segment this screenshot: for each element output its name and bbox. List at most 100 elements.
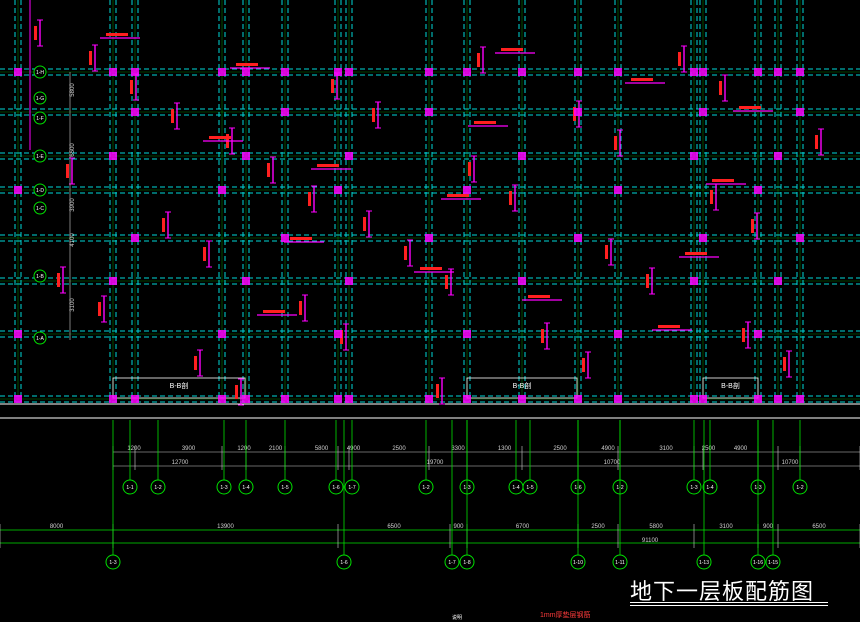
dimension-total: 12700	[172, 460, 189, 466]
rebar-label	[742, 328, 745, 342]
axis-label: 1-7	[448, 560, 455, 566]
column	[345, 68, 353, 76]
column	[334, 395, 342, 403]
axis-label: 1-6	[340, 560, 347, 566]
dimension-value-left: 6500	[70, 143, 76, 157]
axis-label: 1-4	[512, 485, 519, 491]
column	[774, 152, 782, 160]
column	[242, 68, 250, 76]
rebar-label	[436, 384, 439, 398]
rebar-label	[236, 63, 258, 66]
rebar-label	[130, 80, 133, 94]
dimension-value: 900	[453, 524, 464, 530]
rebar-label	[162, 218, 165, 232]
rebar-label	[308, 192, 311, 206]
column	[754, 68, 762, 76]
dimension-value: 2500	[392, 446, 406, 452]
rebar-label	[477, 53, 480, 67]
rebar-label	[372, 108, 375, 122]
column	[774, 395, 782, 403]
rebar-label	[685, 252, 707, 255]
rebar-label	[235, 385, 238, 399]
column	[218, 395, 226, 403]
dimension-total: 91100	[642, 538, 659, 544]
axis-label-left: 1-C	[36, 206, 44, 212]
axis-label-left: 1-F	[36, 116, 44, 122]
rebar-label	[783, 357, 786, 371]
column	[131, 234, 139, 242]
column	[109, 395, 117, 403]
column	[14, 68, 22, 76]
column	[574, 68, 582, 76]
axis-label: 1-2	[154, 485, 161, 491]
column	[690, 395, 698, 403]
column	[14, 186, 22, 194]
column	[218, 330, 226, 338]
rebar-label	[363, 217, 366, 231]
dimension-total: 10700	[782, 460, 799, 466]
rebar-label	[815, 135, 818, 149]
column	[281, 108, 289, 116]
title-underline	[630, 605, 828, 606]
dimension-value: 3100	[659, 446, 673, 452]
rebar-label	[57, 273, 60, 287]
dimension-value: 8000	[50, 524, 64, 530]
dimension-value: 1200	[127, 446, 141, 452]
rebar-label	[317, 164, 339, 167]
dimension-value: 4900	[347, 446, 361, 452]
column	[574, 234, 582, 242]
rebar-label	[445, 275, 448, 289]
column	[281, 234, 289, 242]
rebar-label	[171, 109, 174, 123]
column	[518, 68, 526, 76]
column	[796, 108, 804, 116]
rebar-label	[658, 325, 680, 328]
dimension-value: 3300	[451, 446, 465, 452]
axis-label-left: 1-H	[36, 70, 44, 76]
column	[218, 186, 226, 194]
axis-label: 1-2	[796, 485, 803, 491]
column	[109, 68, 117, 76]
axis-label: 1-4	[706, 485, 713, 491]
column	[131, 395, 139, 403]
small-mark: 说明	[452, 615, 463, 621]
dimension-value: 13900	[217, 524, 234, 530]
dimension-value: 5800	[315, 446, 329, 452]
dimension-value: 3100	[719, 524, 733, 530]
column	[614, 395, 622, 403]
rebar-label	[528, 295, 550, 298]
rebar-label	[646, 274, 649, 288]
axis-label-left: 1-D	[36, 188, 44, 194]
dimension-total: 10700	[604, 460, 621, 466]
column	[699, 395, 707, 403]
column	[463, 186, 471, 194]
dimension-value: 6700	[516, 524, 530, 530]
column	[242, 395, 250, 403]
rebar-label	[605, 245, 608, 259]
rebar-label	[719, 81, 722, 95]
column	[796, 395, 804, 403]
column	[334, 186, 342, 194]
column	[796, 68, 804, 76]
rebar-label	[106, 33, 128, 36]
column	[463, 330, 471, 338]
dimension-value: 900	[763, 524, 774, 530]
column	[754, 330, 762, 338]
dimension-value: 5800	[649, 524, 663, 530]
axis-label: 1-3	[690, 485, 697, 491]
axis-label: 1-6	[332, 485, 339, 491]
rebar-label	[267, 163, 270, 177]
column	[345, 395, 353, 403]
rebar-label	[89, 51, 92, 65]
axis-label: 1-3	[109, 560, 116, 566]
axis-label: 1-10	[573, 560, 583, 566]
rebar-label	[447, 194, 469, 197]
column	[518, 277, 526, 285]
column	[796, 234, 804, 242]
column	[281, 68, 289, 76]
dimension-value-left: 3900	[70, 198, 76, 212]
axis-label-left: 1-G	[36, 96, 44, 102]
column	[699, 108, 707, 116]
column	[14, 395, 22, 403]
floor-plan-drawing: B-B剖 B-B剖 B-B剖 1200 3900 1200 2100 5800 4900 250…	[0, 0, 860, 570]
